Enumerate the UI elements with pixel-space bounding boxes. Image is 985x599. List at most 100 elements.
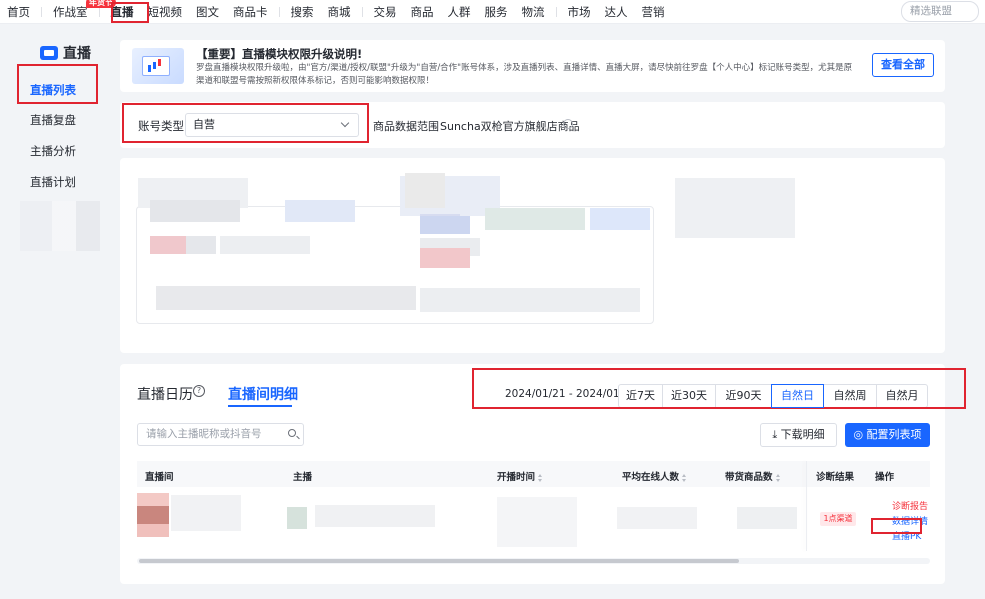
festival-badge: 年货节: [86, 0, 116, 8]
live-detail-card: 直播日历 ? 直播间明细 2024/01/21 - 2024/01/21 近7天…: [120, 364, 945, 584]
col-start-time-label: 开播时间: [497, 472, 536, 483]
table-row: 诊断报告 数据详情 直播PK: [137, 487, 930, 551]
nav-product-card[interactable]: 商品卡: [226, 0, 275, 24]
sidebar-item-live-plan[interactable]: 直播计划: [30, 174, 76, 190]
col-avg-online[interactable]: 平均在线人数: [622, 469, 687, 483]
sidebar-title-label: 直播: [63, 46, 91, 62]
blurred-region: [150, 200, 240, 222]
nav-logistics[interactable]: 物流: [515, 0, 552, 24]
sort-icon[interactable]: [538, 473, 543, 482]
col-live-room: 直播间: [145, 472, 174, 483]
blurred-region: [485, 208, 585, 230]
anchor-search-input[interactable]: 请输入主播昵称或抖音号: [137, 423, 304, 446]
sidebar: 直播 直播列表 直播复盘 主播分析 直播计划: [0, 25, 108, 599]
product-scope-label: 商品数据范围: [373, 120, 439, 133]
chart-illustration-icon: [132, 48, 184, 84]
col-diagnosis: 诊断结果: [816, 472, 855, 483]
tab-live-room-detail[interactable]: 直播间明细: [228, 384, 298, 404]
live-cover-thumbnail[interactable]: [137, 493, 169, 537]
diagnosis-tag: 1点渠道: [820, 512, 856, 526]
nav-image-text[interactable]: 图文: [189, 0, 226, 24]
blurred-region: [171, 495, 241, 531]
filter-bar: 账号类型 自营 商品数据范围 Suncha双枪官方旗舰店商品: [120, 102, 945, 148]
chevron-down-icon: [340, 118, 350, 128]
col-start-time[interactable]: 开播时间: [497, 469, 543, 483]
nav-mall[interactable]: 商城: [321, 0, 358, 24]
nav-trade[interactable]: 交易: [367, 0, 404, 24]
blurred-region: [617, 507, 697, 529]
nav-short-video[interactable]: 短视频: [141, 0, 190, 24]
nav-service[interactable]: 服务: [478, 0, 515, 24]
sidebar-item-anchor-analysis[interactable]: 主播分析: [30, 143, 76, 159]
download-detail-button[interactable]: ⤓ 下载明细: [760, 423, 837, 447]
scrollbar-thumb[interactable]: [139, 559, 739, 563]
col-avg-online-label: 平均在线人数: [622, 472, 680, 483]
table-header: 直播间 主播 开播时间 平均在线人数 带货商品数 诊断结果 操作: [137, 461, 930, 487]
settings-circle-icon: ◎: [853, 428, 867, 441]
account-type-value: 自营: [193, 118, 215, 131]
nav-crowd[interactable]: 人群: [441, 0, 478, 24]
sort-icon[interactable]: [682, 473, 687, 482]
anchor-avatar: [287, 507, 307, 529]
sidebar-item-live-list[interactable]: 直播列表: [30, 82, 76, 98]
alliance-search-input[interactable]: 精选联盟: [901, 1, 979, 22]
period-30d[interactable]: 近30天: [662, 384, 716, 408]
col-product-count-label: 带货商品数: [725, 472, 773, 483]
date-range-picker[interactable]: 2024/01/21 - 2024/01/21: [505, 388, 637, 400]
config-label: 配置列表项: [866, 428, 922, 441]
active-tab-indicator: [228, 405, 292, 407]
nav-marketing[interactable]: 营销: [635, 0, 672, 24]
blurred-region: [675, 178, 795, 238]
top-nav: 首页 作战室 直播 短视频 图文 商品卡 搜索 商城 交易 商品 人群 服务 物…: [0, 0, 985, 24]
blurred-region: [220, 236, 310, 254]
period-90d[interactable]: 近90天: [715, 384, 772, 408]
blurred-region: [590, 208, 650, 230]
blurred-region: [737, 507, 797, 529]
blurred-region: [156, 286, 416, 310]
download-icon: ⤓: [772, 428, 781, 441]
nav-market[interactable]: 市场: [561, 0, 598, 24]
info-icon[interactable]: [563, 119, 573, 129]
col-actions: 操作: [875, 472, 895, 483]
download-label: 下载明细: [780, 428, 825, 441]
nav-divider: [98, 6, 100, 17]
anchor-search-placeholder: 请输入主播昵称或抖音号: [146, 428, 262, 440]
live-pk-link[interactable]: 直播PK: [892, 529, 921, 542]
blurred-region: [420, 248, 470, 268]
data-detail-link[interactable]: 数据详情: [892, 514, 928, 527]
col-anchor: 主播: [293, 472, 313, 483]
col-product-count[interactable]: 带货商品数: [725, 469, 781, 483]
nav-divider: [278, 6, 280, 17]
nav-search[interactable]: 搜索: [284, 0, 321, 24]
config-columns-button[interactable]: ◎ 配置列表项: [845, 423, 930, 447]
tab-live-calendar[interactable]: 直播日历: [137, 384, 193, 404]
product-scope-value: Suncha双枪官方旗舰店商品: [440, 120, 580, 133]
blurred-region: [497, 497, 577, 547]
nav-divider: [361, 6, 363, 17]
nav-home[interactable]: 首页: [0, 0, 37, 24]
search-icon[interactable]: [288, 429, 296, 437]
sidebar-item-live-review[interactable]: 直播复盘: [30, 112, 76, 128]
diagnosis-report-link[interactable]: 诊断报告: [892, 499, 928, 512]
sort-icon[interactable]: [775, 473, 781, 482]
notice-banner: 【重要】直播模块权限升级说明! 罗盘直播模块权限升级啦，由"官方/渠道/授权/联…: [120, 40, 945, 92]
nav-divider: [555, 6, 557, 17]
nav-divider: [41, 6, 42, 17]
nav-influencer[interactable]: 达人: [598, 0, 635, 24]
tv-icon: [40, 46, 58, 60]
account-type-label: 账号类型: [138, 119, 184, 133]
period-natural-day[interactable]: 自然日: [771, 384, 824, 408]
period-natural-week[interactable]: 自然周: [823, 384, 877, 408]
account-type-select[interactable]: 自营: [185, 113, 359, 137]
blurred-region: [150, 236, 186, 254]
nav-product[interactable]: 商品: [404, 0, 441, 24]
blurred-region: [285, 200, 355, 222]
view-all-button[interactable]: 查看全部: [872, 53, 934, 77]
period-natural-month[interactable]: 自然月: [876, 384, 928, 408]
blurred-region: [20, 201, 100, 251]
overview-card: [120, 158, 945, 353]
blurred-region: [420, 216, 470, 234]
help-icon[interactable]: ?: [193, 385, 205, 397]
blurred-region: [405, 173, 445, 208]
period-7d[interactable]: 近7天: [618, 384, 663, 408]
